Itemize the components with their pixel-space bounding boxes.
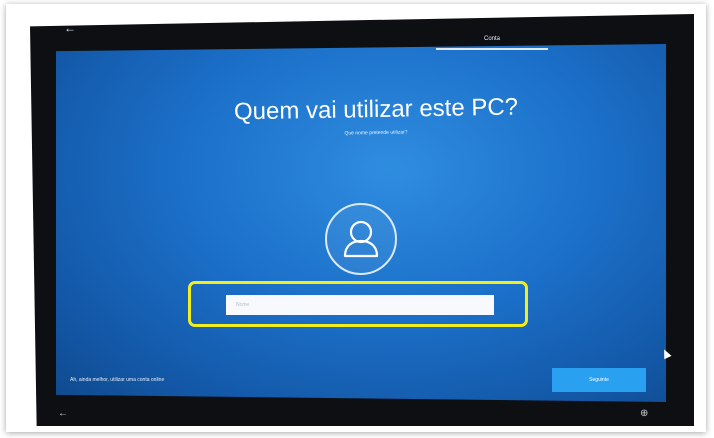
tab-underline bbox=[436, 48, 548, 50]
photo-frame: ← Conta Quem vai utilizar este PC? Que n… bbox=[6, 4, 706, 432]
tab-account: Conta bbox=[483, 36, 500, 42]
offline-account-link[interactable]: Ah, ainda melhor, utilizar uma conta onl… bbox=[70, 377, 164, 383]
arrow-left-icon[interactable]: ← bbox=[64, 22, 76, 34]
user-avatar-icon bbox=[325, 203, 397, 275]
bezel-arrow-icon: ← bbox=[58, 408, 68, 419]
bezel-accessibility-icon: ⊕ bbox=[640, 408, 649, 419]
name-input[interactable] bbox=[226, 295, 494, 315]
next-button[interactable]: Seguinte bbox=[552, 368, 646, 392]
